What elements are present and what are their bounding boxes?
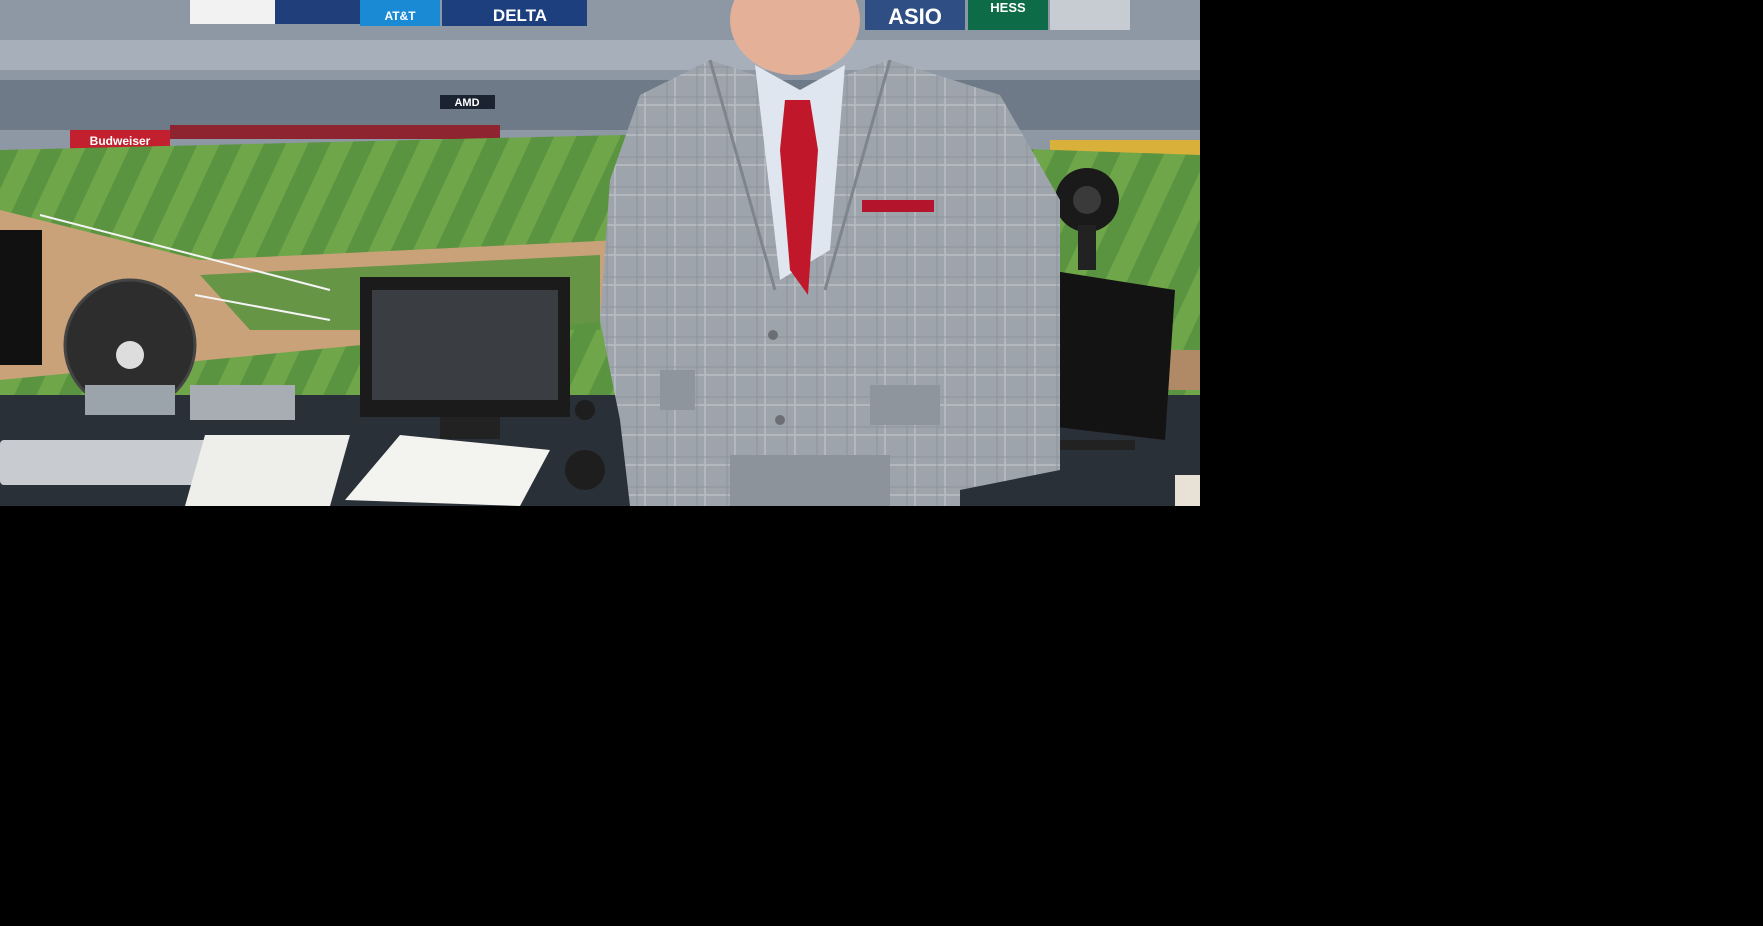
center-monitor: [360, 277, 570, 439]
budweiser-sign: Budweiser: [90, 134, 151, 148]
left-monitor: [0, 230, 42, 365]
delta-sign: DELTA: [493, 6, 547, 25]
pocket-square: [862, 200, 934, 212]
paper-sheet: [185, 435, 350, 506]
coffee-cup: [1175, 475, 1200, 506]
photo: AT&T DELTA ASIO HESS Budweiser AMD: [0, 0, 1200, 506]
hess-sign: HESS: [990, 0, 1026, 15]
laptop: [0, 440, 215, 485]
press-box-photo: AT&T DELTA ASIO HESS Budweiser AMD: [0, 0, 1200, 506]
att-sign: AT&T: [384, 9, 416, 23]
casio-sign: ASIO: [888, 4, 942, 29]
right-monitor: [1040, 270, 1175, 450]
amd-sign: AMD: [454, 97, 479, 109]
trousers: [730, 455, 890, 506]
